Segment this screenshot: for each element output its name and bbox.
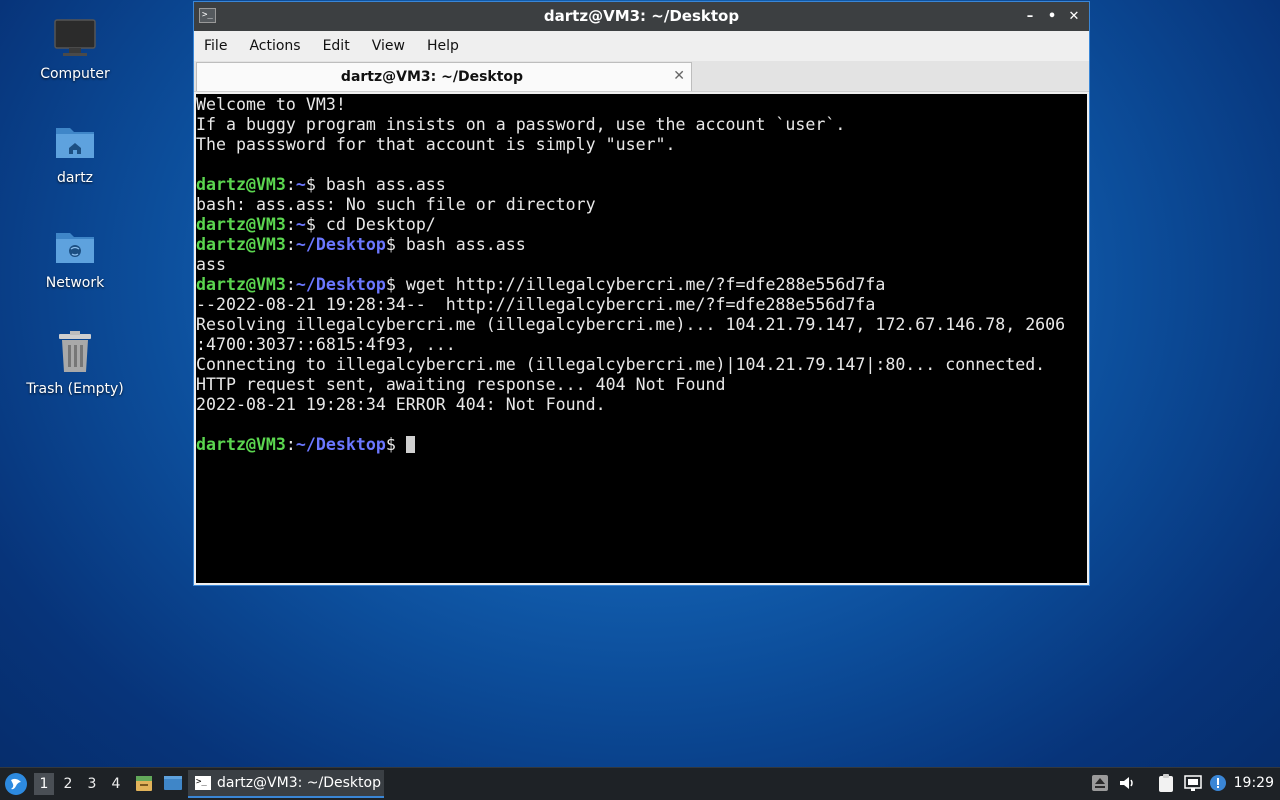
clock: 19:29 [1233, 775, 1274, 791]
tab-close-icon[interactable]: ✕ [673, 63, 685, 90]
desktop-icon-label: Trash (Empty) [26, 381, 124, 397]
workspace-3[interactable]: 3 [82, 773, 102, 795]
prompt-command: bash ass.ass [405, 235, 526, 254]
workspace-1[interactable]: 1 [34, 773, 54, 795]
terminal-cursor [405, 436, 415, 453]
terminal-output-line: bash: ass.ass: No such file or directory [196, 195, 596, 214]
home-folder-icon [56, 128, 94, 158]
close-button[interactable]: ✕ [1063, 9, 1085, 24]
workspace-2[interactable]: 2 [58, 773, 78, 795]
terminal-output-line: 2022-08-21 19:28:34 ERROR 404: Not Found… [196, 395, 606, 414]
workspace-4[interactable]: 4 [106, 773, 126, 795]
terminal-output-line: --2022-08-21 19:28:34-- http://illegalcy… [196, 295, 876, 314]
terminal-output-line: Connecting to illegalcybercri.me (illega… [196, 355, 1046, 374]
terminal-output-line: If a buggy program insists on a password… [196, 115, 846, 134]
notification-icon[interactable] [1208, 773, 1228, 793]
terminal-output-line: HTTP request sent, awaiting response... … [196, 375, 726, 394]
prompt-path: ~ [295, 215, 306, 234]
prompt-path: ~ [295, 175, 306, 194]
start-menu-icon[interactable] [4, 772, 28, 796]
clipboard-icon[interactable] [1156, 773, 1176, 793]
taskbar-task-terminal[interactable]: >_ dartz@VM3: ~/Desktop [188, 770, 384, 798]
terminal-prompt-line: dartz@VM3:~/Desktop$ bash ass.ass [196, 235, 526, 254]
tab-terminal[interactable]: dartz@VM3: ~/Desktop ✕ [196, 62, 692, 91]
desktop-icon-network[interactable]: Network [20, 227, 130, 291]
network-folder-icon [56, 233, 94, 263]
terminal-output-line: ass [196, 255, 226, 274]
prompt-command: wget http://illegalcybercri.me/?f=dfe288… [405, 275, 886, 294]
menu-help[interactable]: Help [420, 38, 466, 54]
terminal-output-line: The passsword for that account is simply… [196, 135, 676, 154]
desktop-icon-label: Computer [40, 66, 110, 82]
window-title: dartz@VM3: ~/Desktop [543, 7, 740, 25]
terminal-prompt-line: dartz@VM3:~$ bash ass.ass [196, 175, 446, 194]
maximize-button[interactable]: • [1041, 9, 1063, 24]
desktop-icon-label: dartz [56, 170, 94, 186]
prompt-command: bash ass.ass [325, 175, 446, 194]
trash-icon [59, 331, 91, 372]
terminal-output[interactable]: Welcome to VM3! If a buggy program insist… [196, 94, 1087, 583]
desktop-icon-label: Network [45, 275, 105, 291]
tab-label: dartz@VM3: ~/Desktop [340, 69, 524, 85]
terminal-task-icon: >_ [195, 776, 211, 790]
terminal-output-line: Resolving illegalcybercri.me (illegalcyb… [196, 315, 1066, 334]
volume-icon[interactable] [1117, 773, 1137, 793]
terminal-prompt-line: dartz@VM3:~/Desktop$ wget http://illegal… [196, 275, 886, 294]
menubar: File Actions Edit View Help [194, 31, 1089, 61]
taskbar-task-label: dartz@VM3: ~/Desktop [217, 775, 381, 791]
prompt-user: dartz@VM3 [196, 275, 286, 294]
window-titlebar[interactable]: >_ dartz@VM3: ~/Desktop – • ✕ [194, 2, 1089, 31]
prompt-user: dartz@VM3 [196, 175, 286, 194]
prompt-path: ~/Desktop [295, 235, 386, 254]
file-manager-icon[interactable] [134, 773, 154, 793]
tab-bar: dartz@VM3: ~/Desktop ✕ [194, 61, 1089, 92]
prompt-path: ~/Desktop [295, 275, 386, 294]
terminal-output-line: :4700:3037::6815:4f93, ... [196, 335, 456, 354]
minimize-button[interactable]: – [1019, 9, 1041, 24]
prompt-user: dartz@VM3 [196, 435, 286, 454]
menu-edit[interactable]: Edit [316, 38, 357, 54]
prompt-user: dartz@VM3 [196, 235, 286, 254]
prompt-user: dartz@VM3 [196, 215, 286, 234]
menu-actions[interactable]: Actions [242, 38, 307, 54]
prompt-command: cd Desktop/ [325, 215, 436, 234]
terminal-output-line: Welcome to VM3! [196, 95, 346, 114]
desktop-icon-computer[interactable]: Computer [20, 18, 130, 82]
computer-icon [54, 19, 96, 56]
menu-file[interactable]: File [197, 38, 234, 54]
network-status-icon[interactable] [1183, 773, 1203, 793]
eject-icon[interactable] [1090, 773, 1110, 793]
terminal-window: >_ dartz@VM3: ~/Desktop – • ✕ File Actio… [193, 1, 1090, 586]
desktop-icon-trash[interactable]: Trash (Empty) [20, 331, 130, 397]
show-desktop-icon[interactable] [163, 773, 183, 793]
desktop-icon-home[interactable]: dartz [20, 122, 130, 186]
terminal-prompt-line: dartz@VM3:~/Desktop$ [196, 435, 1087, 455]
prompt-path: ~/Desktop [295, 435, 386, 454]
taskbar: 1 2 3 4 >_ dartz@VM3: ~/Desktop 19:29 [0, 767, 1280, 800]
terminal-prompt-line: dartz@VM3:~$ cd Desktop/ [196, 215, 436, 234]
menu-view[interactable]: View [365, 38, 412, 54]
